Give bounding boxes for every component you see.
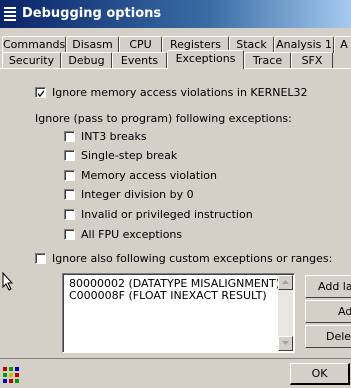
title-bar[interactable]: Debugging options — [0, 0, 351, 28]
int3-breaks-label: INT3 breaks — [81, 130, 147, 143]
memory-violation-checkbox[interactable] — [64, 170, 75, 181]
tab-disasm[interactable]: Disasm — [66, 36, 119, 53]
invalid-instruction-checkbox[interactable] — [64, 209, 75, 220]
tab-trace[interactable]: Trace — [244, 52, 291, 69]
tab-exceptions[interactable]: Exceptions — [167, 50, 244, 69]
mouse-cursor-icon — [2, 272, 14, 291]
integer-division-label: Integer division by 0 — [81, 188, 194, 201]
custom-exceptions-list[interactable]: 80000002 (DATATYPE MISALIGNMENT) C000008… — [62, 273, 295, 353]
scroll-down-button[interactable] — [278, 336, 293, 351]
tab-security[interactable]: Security — [2, 52, 61, 69]
checkmark-icon — [38, 90, 44, 97]
tab-analysis-1[interactable]: Analysis 1 — [274, 36, 334, 53]
single-step-checkbox[interactable] — [64, 150, 75, 161]
single-step-label: Single-step break — [81, 149, 178, 162]
tab-debug[interactable]: Debug — [61, 52, 112, 69]
integer-division-checkbox[interactable] — [64, 189, 75, 200]
custom-exceptions-label: Ignore also following custom exceptions … — [52, 252, 333, 265]
dialog-footer: OK — [0, 358, 351, 388]
tab-events[interactable]: Events — [112, 52, 167, 69]
list-scrollbar[interactable] — [278, 275, 293, 351]
ignore-memory-checkbox[interactable] — [35, 87, 46, 98]
arrow-up-icon — [282, 280, 289, 284]
int3-breaks-checkbox[interactable] — [64, 131, 75, 142]
custom-exceptions-checkbox[interactable] — [35, 253, 46, 264]
tab-cpu[interactable]: CPU — [119, 36, 162, 53]
invalid-instruction-label: Invalid or privileged instruction — [81, 208, 253, 221]
delete-button[interactable]: Delet — [305, 325, 351, 348]
list-item[interactable]: C000008F (FLOAT INEXACT RESULT) — [69, 289, 267, 302]
tab-analysis-2[interactable]: A — [334, 36, 351, 53]
app-icon — [3, 367, 19, 383]
add-last-button[interactable]: Add la — [305, 275, 351, 298]
ignore-group-label: Ignore (pass to program) following excep… — [35, 112, 292, 125]
arrow-down-icon — [282, 341, 289, 345]
window-title: Debugging options — [22, 6, 162, 21]
tab-sfx[interactable]: SFX — [291, 52, 333, 69]
memory-violation-label: Memory access violation — [81, 169, 217, 182]
fpu-exceptions-label: All FPU exceptions — [81, 228, 183, 241]
ignore-memory-label: Ignore memory access violations in KERNE… — [52, 86, 308, 99]
ok-button[interactable]: OK — [290, 363, 350, 385]
window-menu-icon[interactable] — [2, 5, 18, 21]
add-button[interactable]: Ad — [305, 300, 351, 323]
tab-commands[interactable]: Commands — [2, 36, 66, 53]
scroll-up-button[interactable] — [278, 275, 293, 290]
fpu-exceptions-checkbox[interactable] — [64, 229, 75, 240]
